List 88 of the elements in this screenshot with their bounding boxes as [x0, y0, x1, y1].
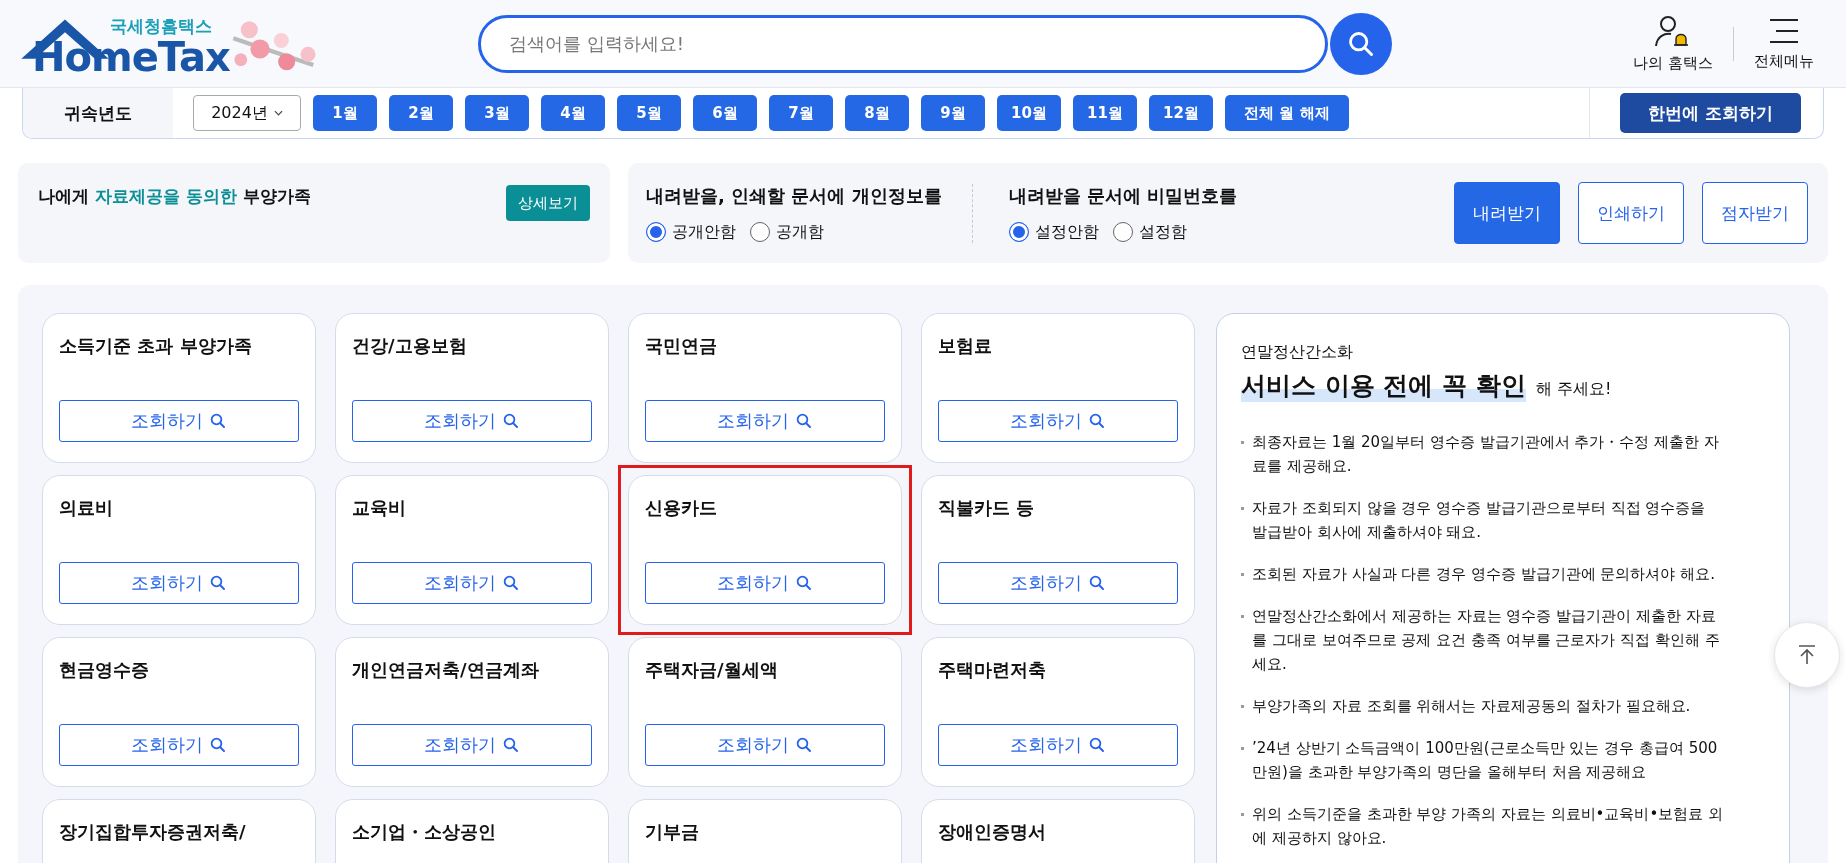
search-input[interactable]: 검색어를 입력하세요!	[509, 33, 1297, 54]
search-icon	[795, 412, 813, 430]
clear-months-button[interactable]: 전체 월 해제	[1225, 95, 1349, 131]
month-button[interactable]: 5월	[617, 95, 681, 131]
search-icon	[502, 574, 520, 592]
card-title: 신용카드	[645, 496, 718, 520]
month-button[interactable]: 2월	[389, 95, 453, 131]
radio-circle[interactable]	[1112, 222, 1133, 242]
query-button[interactable]: 조회하기	[59, 724, 299, 766]
action-button[interactable]: 점자받기	[1702, 182, 1808, 244]
radio-option[interactable]: 공개함	[750, 221, 824, 243]
card-title: 기부금	[645, 820, 700, 844]
card-title: 개인연금저축/연금계좌	[352, 658, 540, 682]
radio-option[interactable]: 공개안함	[646, 221, 736, 243]
option-title: 내려받을, 인쇄할 문서에 개인정보를	[646, 183, 942, 208]
radio-option[interactable]: 설정안함	[1008, 221, 1099, 243]
month-button[interactable]: 12월	[1149, 95, 1213, 131]
search-icon	[1088, 412, 1106, 430]
query-button[interactable]: 조회하기	[938, 724, 1178, 766]
search-icon	[502, 412, 520, 430]
search-icon	[1088, 574, 1106, 592]
search-icon	[1088, 736, 1106, 754]
notice-item: 부양가족의 자료 조회를 위해서는 자료제공동의 절차가 필요해요.	[1252, 696, 1691, 717]
month-button[interactable]: 3월	[465, 95, 529, 131]
card-title: 소기업・소상공인	[352, 820, 497, 844]
notice-headline-tail: 해 주세요!	[1535, 379, 1612, 400]
header-link[interactable]: 나의 홈택스	[1633, 14, 1713, 73]
card-title: 장애인증명서	[938, 820, 1047, 844]
card-title: 주택마련저축	[938, 658, 1047, 682]
card-title: 소득기준 초과 부양가족	[59, 334, 253, 358]
search-icon	[795, 736, 813, 754]
search-icon	[209, 736, 227, 754]
month-button[interactable]: 4월	[541, 95, 605, 131]
query-all-button[interactable]: 한번에 조회하기	[1620, 93, 1801, 133]
card-title: 교육비	[352, 496, 407, 520]
notice-item: ’24년 상반기 소득금액이 100만원(근로소득만 있는 경우 총급여 500만원)을 초과한 부양가족의 명단을 올해부터 처음 제공해요	[1252, 738, 1719, 783]
query-button[interactable]: 조회하기	[645, 724, 885, 766]
card-title: 장기집합투자증권저축/	[59, 820, 247, 844]
month-button[interactable]: 7월	[769, 95, 833, 131]
header-link[interactable]: 전체메뉴	[1754, 16, 1814, 71]
month-button[interactable]: 6월	[693, 95, 757, 131]
search-icon	[795, 574, 813, 592]
year-label: 귀속년도	[23, 88, 173, 138]
query-button[interactable]: 조회하기	[352, 562, 592, 604]
radio-circle[interactable]	[646, 222, 666, 242]
logo-subtitle: 국세청홈택스	[110, 14, 212, 38]
radio-option[interactable]: 설정함	[1112, 221, 1187, 243]
option-title: 내려받을 문서에 비밀번호를	[1008, 183, 1238, 208]
query-button[interactable]: 조회하기	[59, 400, 299, 442]
month-button[interactable]: 8월	[845, 95, 909, 131]
query-button[interactable]: 조회하기	[938, 400, 1178, 442]
month-button[interactable]: 1월	[313, 95, 377, 131]
card-title: 국민연금	[645, 334, 718, 358]
search-icon	[209, 412, 227, 430]
card-title: 직불카드 등	[938, 496, 1036, 520]
card-title: 의료비	[59, 496, 114, 520]
notice-item: 연말정산간소화에서 제공하는 자료는 영수증 발급기관이 제출한 자료를 그대로 보여주므로 공제 요건 충족 여부를 근로자가 직접 확인해 주세요.	[1252, 606, 1721, 675]
query-button[interactable]: 조회하기	[59, 562, 299, 604]
card-title: 보험료	[938, 334, 993, 358]
scroll-to-top-button[interactable]	[1774, 622, 1840, 688]
card-title: 건강/고용보험	[352, 334, 468, 358]
notice-item: 최종자료는 1월 20일부터 영수증 발급기관에서 추가・수정 제출한 자료를 제공해요.	[1252, 432, 1720, 477]
notice-item: 위의 소득기준을 초과한 부양 가족의 자료는 의료비•교육비•보험료 외에 제공하지 않아요.	[1252, 804, 1725, 849]
notice-item: 자료가 조회되지 않을 경우 영수증 발급기관으로부터 직접 영수증을 발급받아 회사에 제출하셔야 돼요.	[1252, 498, 1707, 543]
card-title: 현금영수증	[59, 658, 150, 682]
search-icon	[502, 736, 520, 754]
month-button[interactable]: 9월	[921, 95, 985, 131]
search-icon	[1347, 29, 1375, 58]
detail-button[interactable]: 상세보기	[506, 185, 590, 221]
notice-kicker: 연말정산간소화	[1241, 342, 1354, 363]
chevron-down-icon	[273, 110, 283, 116]
consent-text: 나에게 자료제공을 동의한 부양가족	[38, 185, 311, 208]
month-button[interactable]: 10월	[997, 95, 1061, 131]
action-button[interactable]: 내려받기	[1454, 182, 1560, 244]
search-field[interactable]: 검색어를 입력하세요!	[478, 14, 1328, 73]
action-button[interactable]: 인쇄하기	[1578, 182, 1684, 244]
month-button[interactable]: 11월	[1073, 95, 1137, 131]
radio-circle[interactable]	[750, 222, 770, 242]
query-button[interactable]: 조회하기	[645, 400, 885, 442]
query-button[interactable]: 조회하기	[645, 562, 885, 604]
query-button[interactable]: 조회하기	[938, 562, 1178, 604]
notice-item: 조회된 자료가 사실과 다른 경우 영수증 발급기관에 문의하셔야 해요.	[1252, 564, 1715, 585]
year-select[interactable]: 2024년	[193, 95, 301, 131]
radio-circle[interactable]	[1008, 222, 1029, 242]
search-icon	[209, 574, 227, 592]
query-button[interactable]: 조회하기	[352, 724, 592, 766]
card-title: 주택자금/월세액	[645, 658, 779, 682]
query-button[interactable]: 조회하기	[352, 400, 592, 442]
